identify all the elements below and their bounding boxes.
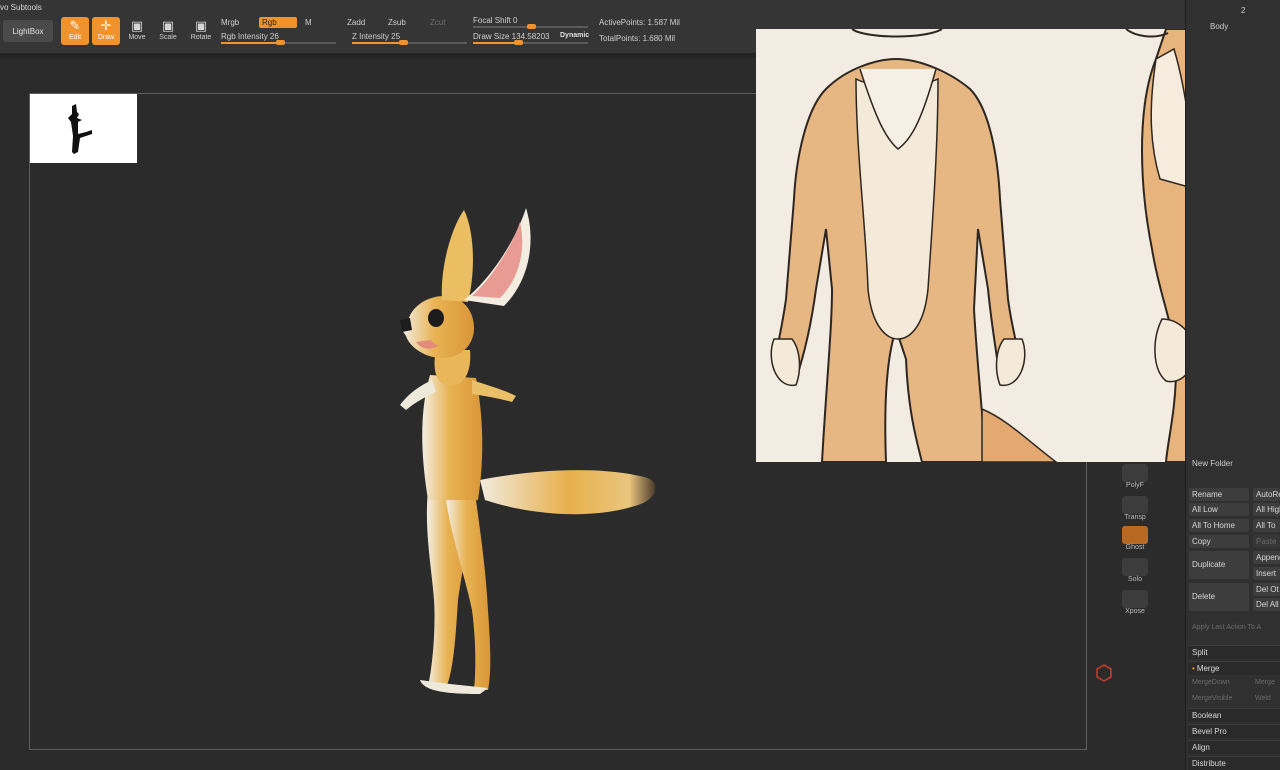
subtool-count: 2 [1241,6,1246,15]
distribute-label: Distribute [1192,759,1226,768]
focal-shift-label: Focal Shift 0 [473,16,518,25]
scale-icon: ▣ [161,18,175,33]
zcut-button[interactable]: Zcut [430,18,446,27]
edit-icon: ✎ [69,18,81,33]
scale-label: Scale [159,34,177,41]
delete-button[interactable]: Delete [1189,583,1249,611]
thumbnail-silhouette-icon [68,104,92,154]
subtool-body-label[interactable]: Body [1210,22,1228,31]
all-to-home-button[interactable]: All To Home [1189,519,1249,532]
del-all-button[interactable]: Del All [1253,598,1280,611]
z-intensity-fill [352,42,402,44]
merge-similar-button[interactable]: Merge [1255,679,1275,686]
copy-button[interactable]: Copy [1189,535,1249,548]
move-button[interactable]: ▣ Move [123,17,151,45]
merge-section[interactable]: • Merge [1188,661,1280,675]
xpose-button[interactable]: Xpose [1121,590,1149,620]
ghost-icon [1122,526,1148,544]
transparency-label: Transp [1124,514,1146,521]
rotate-icon: ▣ [194,18,208,33]
focal-shift-knob[interactable] [527,24,536,29]
scale-button[interactable]: ▣ Scale [154,17,182,45]
new-folder-button[interactable]: New Folder [1192,459,1233,468]
fennec-model[interactable] [380,200,680,700]
boolean-section[interactable]: Boolean [1188,708,1280,722]
edit-label: Edit [68,34,82,41]
draw-button[interactable]: ✛ Draw [92,17,120,45]
polyframe-button[interactable]: PolyF [1121,464,1149,494]
rgb-intensity-label: Rgb Intensity 26 [221,32,279,41]
transparency-icon [1122,496,1148,514]
distribute-section[interactable]: Distribute [1188,756,1280,770]
solo-icon [1122,558,1148,576]
ghost-label: Ghost [1125,544,1145,551]
solo-label: Solo [1127,576,1142,583]
merge-visible-button[interactable]: MergeVisible [1192,695,1232,702]
del-other-button[interactable]: Del Ot [1253,583,1280,596]
mrgb-button[interactable]: Mrgb [221,18,239,27]
dynamic-button[interactable]: Dynamic [560,32,589,39]
split-label: Split [1192,648,1208,657]
ghost-button[interactable]: Ghost [1121,526,1149,556]
all-low-button[interactable]: All Low [1189,503,1249,516]
m-button[interactable]: M [305,18,312,27]
draw-icon: ✛ [100,18,112,33]
axis-gizmo-icon[interactable] [1095,664,1113,682]
rgb-intensity-knob[interactable] [276,40,285,45]
align-section[interactable]: Align [1188,740,1280,754]
draw-label: Draw [97,34,115,41]
draw-size-fill [473,42,517,44]
split-section[interactable]: Split [1188,645,1280,659]
transparency-button[interactable]: Transp [1121,496,1149,526]
xpose-icon [1122,590,1148,608]
duplicate-button[interactable]: Duplicate [1189,551,1249,579]
zsub-button[interactable]: Zsub [388,18,406,27]
rgb-button[interactable]: Rgb [259,17,297,28]
polyframe-label: PolyF [1126,482,1144,489]
all-to-target-button[interactable]: All To [1253,519,1280,532]
all-high-button[interactable]: All High [1253,503,1280,516]
apply-last-action-button[interactable]: Apply Last Action To A [1192,624,1261,631]
paste-button[interactable]: Paste [1253,535,1280,548]
z-intensity-label: Z Intensity 25 [352,32,401,41]
xpose-label: Xpose [1125,608,1145,615]
edit-button[interactable]: ✎ Edit [61,17,89,45]
rgb-intensity-fill [221,42,279,44]
merge-dot-icon: • [1192,664,1195,673]
rotate-button[interactable]: ▣ Rotate [187,17,215,45]
zadd-button[interactable]: Zadd [347,18,365,27]
draw-size-label: Draw Size 134.58203 [473,32,550,41]
window-title: vo Subtools [0,3,42,12]
bevel-pro-section[interactable]: Bevel Pro [1188,724,1280,738]
polyframe-icon [1122,464,1148,482]
move-icon: ▣ [130,18,144,33]
insert-button[interactable]: Insert [1253,567,1280,580]
total-points-readout: TotalPoints: 1.680 Mil [599,34,676,43]
z-intensity-knob[interactable] [399,40,408,45]
solo-button[interactable]: Solo [1121,558,1149,588]
merge-label: Merge [1196,664,1220,673]
autoreorder-button[interactable]: AutoRe [1253,488,1280,501]
lightbox-button[interactable]: LightBox [3,20,53,42]
align-label: Align [1192,743,1210,752]
draw-size-knob[interactable] [514,40,523,45]
merge-down-button[interactable]: MergeDown [1192,679,1230,686]
weld-button[interactable]: Weld [1255,695,1271,702]
navigator-thumbnail[interactable] [30,94,137,163]
bevel-pro-label: Bevel Pro [1192,727,1227,736]
boolean-label: Boolean [1192,711,1222,720]
append-button[interactable]: Append [1253,551,1280,564]
rotate-label: Rotate [190,34,212,41]
rename-button[interactable]: Rename [1189,488,1249,501]
active-points-readout: ActivePoints: 1.587 Mil [599,18,680,27]
move-label: Move [128,34,146,41]
